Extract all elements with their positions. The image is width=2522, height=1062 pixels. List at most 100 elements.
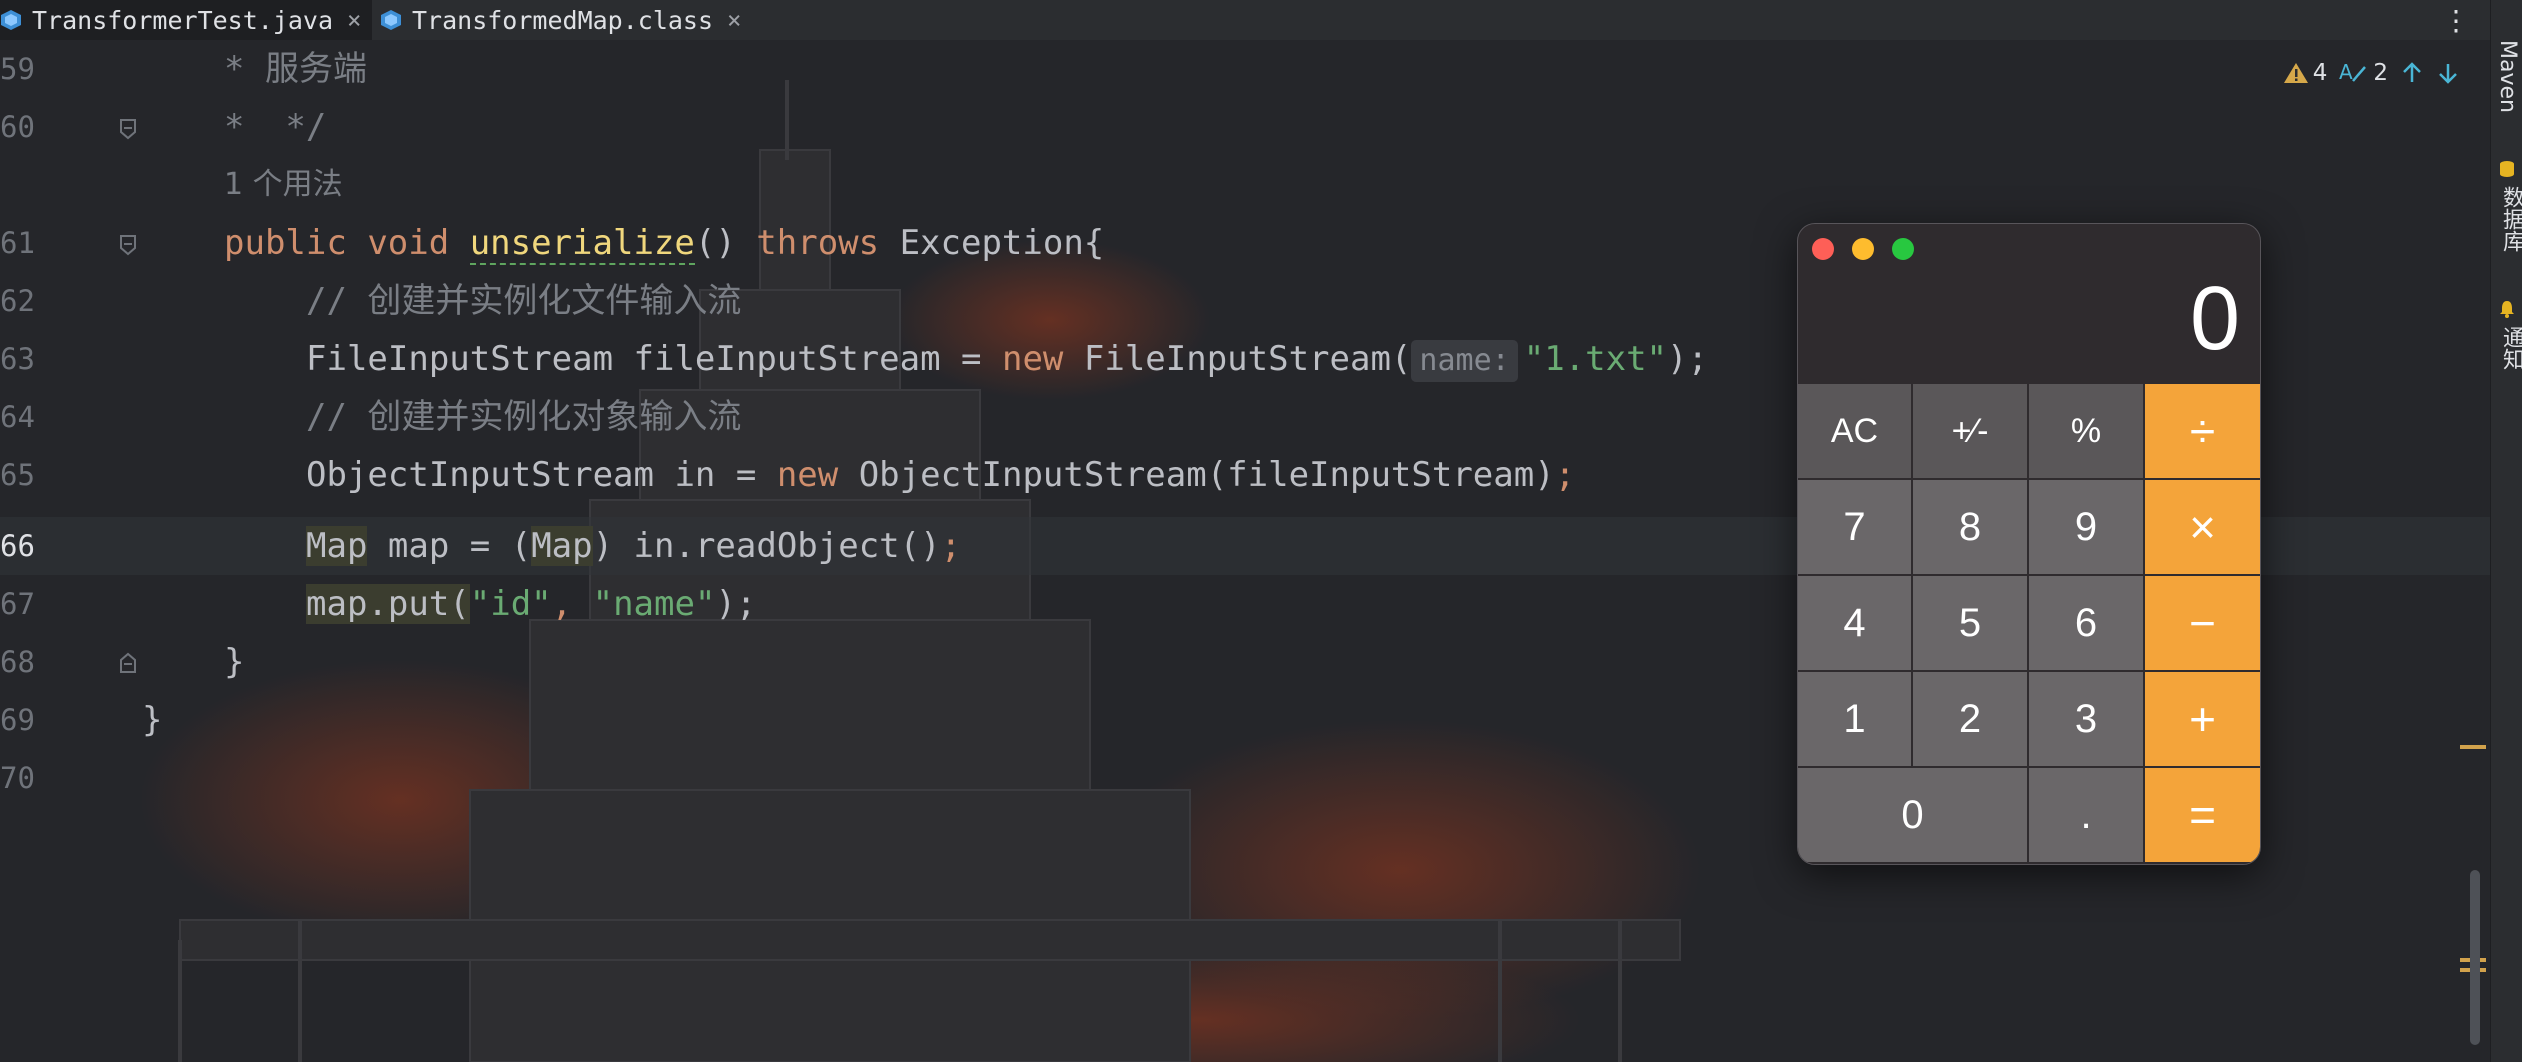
key-percent[interactable]: % (2029, 384, 2143, 478)
warnings-count: 4 (2312, 60, 2328, 86)
code-line-61: public void unserialize() throws Excepti… (224, 214, 1104, 272)
code-text: map.put( (306, 584, 470, 624)
parameter-hint: name: (1411, 340, 1518, 382)
key-sign-toggle[interactable]: +⁄- (1913, 384, 2027, 478)
type-name: Map (306, 526, 368, 566)
window-zoom-button[interactable] (1892, 238, 1914, 260)
maven-tool-button[interactable]: Maven (2495, 40, 2520, 113)
database-tool-button[interactable]: 数据库 (2495, 186, 2522, 252)
string-literal: "name" (592, 584, 716, 624)
arrow-up-icon[interactable] (2400, 61, 2424, 85)
method-name: unserialize (469, 223, 695, 265)
window-close-button[interactable] (1812, 238, 1834, 260)
line-number: 67 (0, 587, 35, 621)
code-line-68: } (224, 642, 245, 682)
string-literal: "1.txt" (1523, 339, 1668, 379)
svg-text:A: A (2339, 61, 2353, 84)
key-multiply[interactable]: × (2145, 480, 2260, 574)
code-text: () (694, 223, 757, 263)
fold-icon[interactable] (117, 234, 139, 256)
keyword: throws (756, 223, 880, 263)
key-3[interactable]: 3 (2029, 672, 2143, 766)
calculator-window[interactable]: 0 AC +⁄- % ÷ 7 8 9 × 4 5 6 − 1 2 3 + 0 .… (1797, 223, 2261, 865)
semicolon: ; (940, 526, 962, 566)
line-number: 68 (0, 645, 35, 679)
warning-icon (2283, 63, 2308, 83)
line-number: 60 (0, 110, 35, 144)
close-icon[interactable]: × (727, 6, 741, 34)
code-line-69: } (142, 700, 163, 740)
tab-transformedmap[interactable]: TransformedMap.class × (380, 0, 752, 40)
keyword: void (367, 223, 450, 263)
code-text: FileInputStream fileInputStream = (306, 339, 1002, 379)
line-number: 69 (0, 703, 35, 737)
key-8[interactable]: 8 (1913, 480, 2027, 574)
calculator-display: 0 (2189, 269, 2240, 369)
line-number: 65 (0, 458, 35, 492)
key-1[interactable]: 1 (1798, 672, 1911, 766)
tab-label: TransformedMap.class (412, 5, 714, 35)
key-7[interactable]: 7 (1798, 480, 1911, 574)
fold-icon[interactable] (117, 652, 139, 674)
class-file-icon (381, 10, 401, 30)
typos-indicator[interactable]: A 2 (2339, 60, 2388, 86)
keyword: new (1001, 339, 1064, 379)
code-text: map = ( (367, 526, 532, 566)
usage-hint[interactable]: 1 个用法 (224, 156, 343, 214)
tab-transformertest[interactable]: TransformerTest.java × (0, 0, 372, 40)
key-decimal[interactable]: . (2029, 768, 2143, 862)
key-9[interactable]: 9 (2029, 480, 2143, 574)
arrow-down-icon[interactable] (2436, 61, 2460, 85)
warnings-indicator[interactable]: 4 (2283, 60, 2328, 86)
window-minimize-button[interactable] (1852, 238, 1874, 260)
typo-icon: A (2339, 61, 2367, 84)
error-stripe-mark[interactable] (2460, 745, 2486, 749)
notifications-tool-button[interactable]: 通知 (2495, 326, 2522, 370)
notification-bell-icon (2500, 301, 2514, 318)
code-text: ) in.readObject() (592, 526, 941, 566)
key-5[interactable]: 5 (1913, 576, 2027, 670)
code-text: ObjectInputStream in = (306, 455, 777, 495)
scrollbar-thumb[interactable] (2470, 870, 2480, 1045)
key-all-clear[interactable]: AC (1798, 384, 1911, 478)
code-line-66: Map map = (Map) in.readObject(); (306, 517, 961, 575)
code-line-62: // 创建并实例化文件输入流 (306, 281, 742, 321)
code-line-59: * 服务端 (224, 49, 367, 89)
fold-icon[interactable] (117, 118, 139, 140)
line-number: 59 (0, 52, 35, 86)
inspection-widget[interactable]: 4 A 2 (2283, 60, 2460, 86)
line-number: 70 (0, 761, 35, 795)
key-add[interactable]: + (2145, 672, 2260, 766)
semicolon: ; (1554, 455, 1576, 495)
key-6[interactable]: 6 (2029, 576, 2143, 670)
code-line-67: map.put("id", "name"); (306, 575, 756, 633)
close-icon[interactable]: × (347, 6, 361, 34)
calculator-keypad: AC +⁄- % ÷ 7 8 9 × 4 5 6 − 1 2 3 + 0 . = (1798, 384, 2260, 864)
code-text: ObjectInputStream(fileInputStream) (838, 455, 1555, 495)
code-text: Exception{ (879, 223, 1105, 263)
more-options-icon[interactable]: ⋮ (2442, 4, 2470, 37)
code-line-65: ObjectInputStream in = new ObjectInputSt… (306, 446, 1575, 504)
key-subtract[interactable]: − (2145, 576, 2260, 670)
line-number: 66 (0, 529, 35, 563)
right-tool-strip: Maven 数据库 通知 (2490, 0, 2522, 1062)
key-0[interactable]: 0 (1798, 768, 2027, 862)
code-text: ); (715, 584, 757, 624)
line-number: 62 (0, 284, 35, 318)
keyword: new (776, 455, 839, 495)
key-4[interactable]: 4 (1798, 576, 1911, 670)
code-line-60: * */ (224, 107, 327, 147)
string-literal: "id" (469, 584, 552, 624)
line-number: 63 (0, 342, 35, 376)
key-divide[interactable]: ÷ (2145, 384, 2260, 478)
key-2[interactable]: 2 (1913, 672, 2027, 766)
editor-tab-bar: TransformerTest.java × TransformedMap.cl… (0, 0, 2490, 41)
code-line-63: FileInputStream fileInputStream = new Fi… (306, 330, 1708, 388)
code-text: FileInputStream( (1063, 339, 1412, 379)
key-equals[interactable]: = (2145, 768, 2260, 862)
type-name: Map (531, 526, 593, 566)
comma: , (551, 584, 593, 624)
typos-count: 2 (2373, 60, 2388, 86)
database-icon (2500, 161, 2514, 177)
java-class-icon (1, 10, 21, 30)
